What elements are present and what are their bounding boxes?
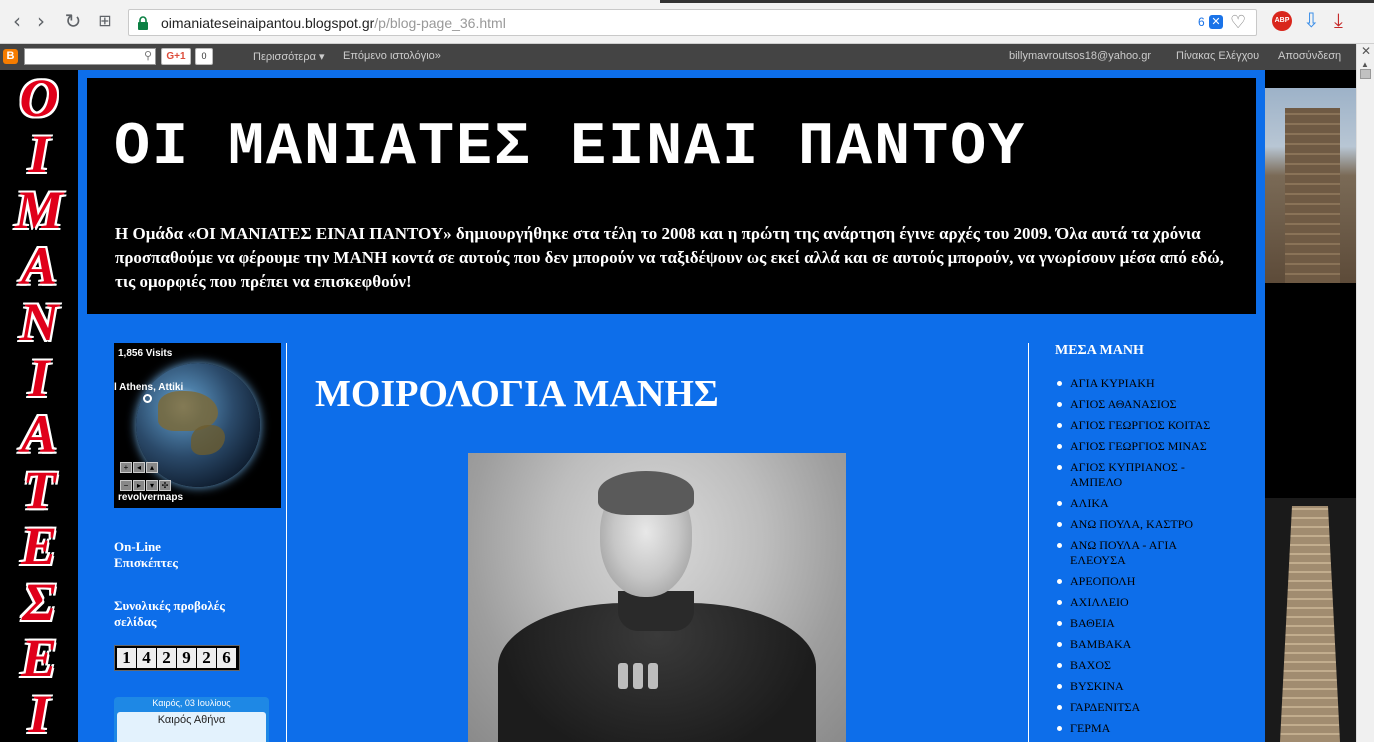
- close-icon[interactable]: ✕: [1361, 44, 1371, 58]
- logo-letter: E: [20, 516, 58, 576]
- blogger-navbar: B ⚲ G+1 0 Περισσότερα ▾ Επόμενο ιστολόγι…: [0, 44, 1356, 70]
- forward-icon[interactable]: ›: [30, 9, 52, 33]
- mesa-mani-heading: ΜΕΣΑ ΜΑΝΗ: [1055, 343, 1144, 358]
- adblock-icon[interactable]: ABP: [1272, 11, 1292, 31]
- column-divider-right: [1028, 343, 1029, 742]
- pageview-counter: 142926: [114, 645, 240, 671]
- revolvermaps-widget[interactable]: 1,856 Visits l Athens, Attiki + ◂ ▴ − ▸ ▾ ✣ r…: [114, 343, 281, 508]
- village-link[interactable]: ΒΑΘΕΙΑ: [1056, 616, 1246, 631]
- gplus-count: 0: [195, 48, 213, 65]
- village-link[interactable]: ΑΝΩ ΠΟΥΛΑ - ΑΓΙΑ ΕΛΕΟΥΣΑ: [1056, 538, 1206, 568]
- village-link[interactable]: ΑΝΩ ΠΟΥΛΑ, ΚΑΣΤΡΟ: [1056, 517, 1246, 532]
- village-link[interactable]: ΑΓΙΟΣ ΓΕΩΡΓΙΟΣ ΚΟΙΤΑΣ: [1056, 418, 1246, 433]
- village-link[interactable]: ΒΑΧΟΣ: [1056, 658, 1246, 673]
- logo-letter: I: [28, 348, 50, 408]
- weather-date: Καιρός, 03 Ιουλίους: [152, 698, 231, 708]
- logo-letter: A: [20, 236, 58, 296]
- bookmark-heart-icon[interactable]: ♡: [1230, 12, 1246, 33]
- zoom-out-icon[interactable]: −: [120, 480, 132, 491]
- village-link[interactable]: ΒΥΣΚΙΝΑ: [1056, 679, 1246, 694]
- extension-badge-count: 6: [1198, 15, 1205, 29]
- pageviews-heading: Συνολικές προβολές σελίδας: [114, 598, 225, 629]
- gplus-button[interactable]: G+1: [161, 48, 191, 65]
- village-link[interactable]: ΓΑΡΔΕΝΙΤΣΑ: [1056, 700, 1246, 715]
- download-icon[interactable]: ⇩: [1303, 8, 1320, 32]
- tower-photo-top: [1265, 88, 1356, 283]
- window-top-edge: [660, 0, 1374, 3]
- logo-letter: E: [20, 628, 58, 688]
- logo-letter: T: [22, 460, 56, 520]
- rotate-down-icon[interactable]: ▾: [146, 480, 158, 491]
- extension-x-icon[interactable]: ✕: [1209, 15, 1223, 29]
- village-link[interactable]: ΑΡΕΟΠΟΛΗ: [1056, 574, 1246, 589]
- play-icon[interactable]: ▸: [133, 480, 145, 491]
- counter-digit: 6: [217, 648, 236, 668]
- logo-letter: O: [19, 70, 59, 128]
- online-visitors-heading: On-Line Επισκέπτες: [114, 539, 178, 570]
- blog-search-input[interactable]: ⚲: [24, 48, 156, 65]
- tower-photo-bottom: [1265, 498, 1356, 742]
- counter-digit: 2: [197, 648, 216, 668]
- next-blog-link[interactable]: Επόμενο ιστολόγιο»: [343, 50, 441, 62]
- counter-digit: 1: [117, 648, 136, 668]
- village-link[interactable]: ΑΓΙΟΣ ΚΥΠΡΙΑΝΟΣ - ΑΜΠΕΛΟ: [1056, 460, 1206, 490]
- location-pin-icon: [143, 394, 152, 403]
- logo-letter: M: [14, 180, 63, 240]
- site-description: Η Ομάδα «ΟΙ ΜΑΝΙΑΤΕΣ ΕΙΝΑΙ ΠΑΝΤΟΥ» δημιο…: [115, 224, 1224, 291]
- blogger-logo-icon[interactable]: B: [3, 49, 18, 64]
- visitor-location: l Athens, Attiki: [114, 382, 184, 393]
- logo-letter: I: [28, 684, 50, 742]
- blog-content: ΟΙ ΜΑΝΙΑΤΕΣ ΕΙΝΑΙ ΠΑΝΤΟΥ Η Ομάδα «ΟΙ ΜΑΝ…: [78, 70, 1265, 742]
- page-scrollbar[interactable]: ✕ ▲: [1356, 44, 1374, 742]
- url-path: /p/blog-page_36.html: [374, 15, 506, 31]
- village-link-list: ΑΓΙΑ ΚΥΡΙΑΚΗ ΑΓΙΟΣ ΑΘΑΝΑΣΙΟΣ ΑΓΙΟΣ ΓΕΩΡΓ…: [1056, 376, 1246, 742]
- more-menu[interactable]: Περισσότερα ▾: [253, 50, 325, 63]
- site-title[interactable]: ΟΙ ΜΑΝΙΑΤΕΣ ΕΙΝΑΙ ΠΑΝΤΟΥ: [114, 114, 1026, 182]
- browser-toolbar: ‹ › ↻ ⊞ oimaniateseinaipantou.blogspot.g…: [0, 0, 1374, 44]
- village-link[interactable]: ΓΕΡΜΑ: [1056, 721, 1246, 736]
- zoom-in-icon[interactable]: +: [120, 462, 132, 473]
- logo-letter: I: [28, 124, 50, 184]
- logo-letter: Σ: [22, 572, 56, 632]
- scroll-up-icon[interactable]: ▲: [1361, 60, 1369, 69]
- village-link[interactable]: ΑΛΙΚΑ: [1056, 496, 1246, 511]
- signout-link[interactable]: Αποσύνδεση: [1278, 50, 1341, 62]
- side-logo-banner: O I M A N I A T E Σ E I: [0, 70, 78, 742]
- village-link[interactable]: ΑΓΙΑ ΚΥΡΙΑΚΗ: [1056, 376, 1246, 391]
- background-tower-photos: [1265, 70, 1356, 742]
- post-photo-portrait[interactable]: [468, 453, 846, 742]
- reload-icon[interactable]: ↻: [62, 9, 84, 33]
- logo-letter: A: [20, 404, 58, 464]
- rotate-left-icon[interactable]: ◂: [133, 462, 145, 473]
- village-link[interactable]: ΒΑΜΒΑΚΑ: [1056, 637, 1246, 652]
- post-title: ΜΟΙΡΟΛΟΓΙΑ ΜΑΝΗΣ: [315, 373, 719, 415]
- url-domain: oimaniateseinaipantou.blogspot.gr: [161, 15, 375, 31]
- fullscreen-icon[interactable]: ✣: [159, 480, 171, 491]
- village-link[interactable]: ΑΓΙΟΣ ΓΕΩΡΓΙΟΣ ΜΙΝΑΣ: [1056, 439, 1246, 454]
- weather-city[interactable]: Καιρός Αθήνα: [117, 712, 266, 742]
- address-bar[interactable]: oimaniateseinaipantou.blogspot.gr/p/blog…: [128, 9, 1257, 36]
- url-text: oimaniateseinaipantou.blogspot.gr/p/blog…: [161, 15, 506, 31]
- column-divider-left: [286, 343, 287, 742]
- apps-grid-icon[interactable]: ⊞: [94, 9, 116, 33]
- counter-digit: 4: [137, 648, 156, 668]
- search-icon[interactable]: ⚲: [144, 49, 152, 62]
- dashboard-link[interactable]: Πίνακας Ελέγχου: [1176, 50, 1259, 62]
- save-download-icon[interactable]: ⤓: [1334, 8, 1343, 32]
- revolvermaps-label[interactable]: revolvermaps: [118, 492, 183, 503]
- lock-icon: [138, 16, 148, 30]
- village-link[interactable]: ΑΓΙΟΣ ΑΘΑΝΑΣΙΟΣ: [1056, 397, 1246, 412]
- back-icon[interactable]: ‹: [6, 9, 28, 33]
- scroll-thumb[interactable]: [1360, 69, 1371, 79]
- visits-count: 1,856 Visits: [118, 348, 173, 359]
- village-link[interactable]: ΑΧΙΛΛΕΙΟ: [1056, 595, 1246, 610]
- user-email: billymavroutsos18@yahoo.gr: [1009, 50, 1152, 62]
- counter-digit: 2: [157, 648, 176, 668]
- weather-widget[interactable]: Καιρός, 03 Ιουλίους Καιρός Αθήνα: [114, 697, 269, 742]
- counter-digit: 9: [177, 648, 196, 668]
- blog-page: O I M A N I A T E Σ E I ΟΙ ΜΑΝΙΑΤΕΣ ΕΙΝΑ…: [0, 70, 1356, 742]
- blog-header: ΟΙ ΜΑΝΙΑΤΕΣ ΕΙΝΑΙ ΠΑΝΤΟΥ Η Ομάδα «ΟΙ ΜΑΝ…: [87, 78, 1256, 314]
- logo-letter: N: [19, 292, 59, 352]
- rotate-up-icon[interactable]: ▴: [146, 462, 158, 473]
